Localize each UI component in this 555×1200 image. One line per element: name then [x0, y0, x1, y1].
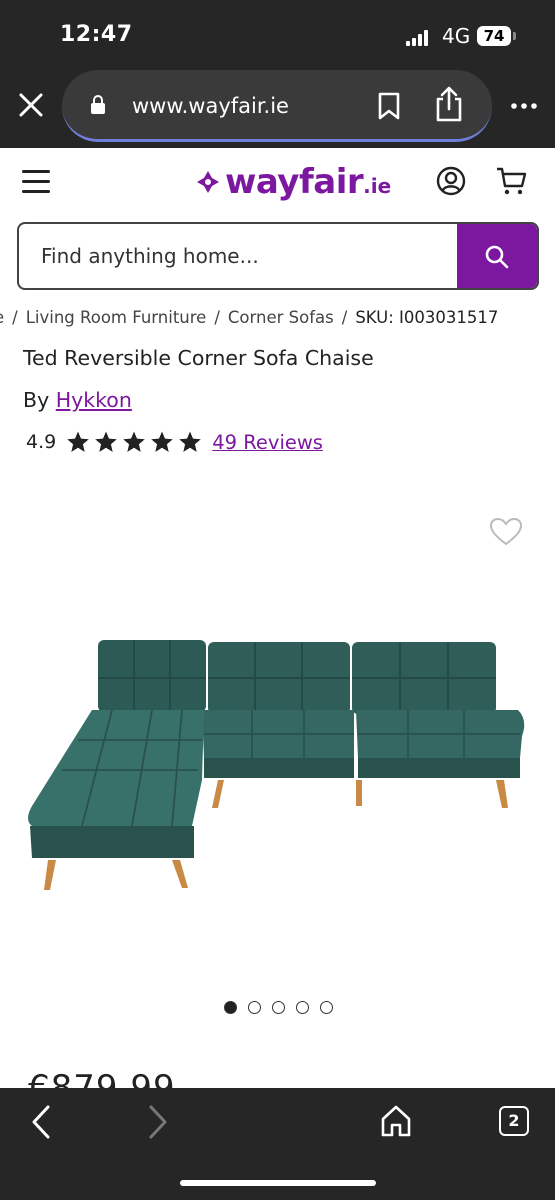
home-icon[interactable]	[380, 1104, 412, 1138]
breadcrumb-separator: /	[214, 308, 220, 327]
star-icon	[179, 431, 202, 452]
bookmark-icon[interactable]	[376, 92, 402, 120]
back-icon[interactable]	[28, 1104, 54, 1140]
carousel-dots	[224, 1001, 333, 1014]
forward-icon[interactable]	[145, 1104, 171, 1140]
carousel-dot[interactable]	[320, 1001, 333, 1014]
breadcrumb-item-living-room[interactable]: Living Room Furniture	[26, 308, 207, 327]
logo-mark-icon	[197, 171, 219, 193]
network-label: 4G	[442, 24, 471, 48]
cart-icon[interactable]	[495, 166, 527, 196]
product-image[interactable]	[22, 630, 534, 900]
wayfair-logo[interactable]: wayfair .ie	[195, 162, 391, 202]
site-header: wayfair .ie	[0, 148, 555, 218]
star-icon	[67, 431, 90, 452]
breadcrumb-item-corner-sofas[interactable]: Corner Sofas	[228, 308, 334, 327]
reviews-link[interactable]: 49 Reviews	[212, 431, 323, 454]
account-icon[interactable]	[436, 166, 466, 196]
search-input[interactable]	[41, 224, 451, 288]
battery-tip	[513, 32, 516, 40]
star-icon	[123, 431, 146, 452]
browser-chrome: 12:47 4G 74 www.wayfair.ie	[0, 0, 555, 148]
star-icon	[95, 431, 118, 452]
heart-icon[interactable]	[489, 517, 523, 547]
logo-word: wayfair	[225, 162, 364, 202]
sofa-illustration	[28, 640, 525, 890]
url-text: www.wayfair.ie	[132, 94, 289, 118]
more-icon[interactable]	[510, 96, 538, 116]
rating-row: 4.9 49 Reviews	[26, 430, 323, 454]
star-icon	[151, 431, 174, 452]
breadcrumb-item[interactable]: e	[0, 308, 4, 327]
carousel-dot[interactable]	[224, 1001, 237, 1014]
home-indicator	[180, 1180, 376, 1186]
carousel-dot[interactable]	[248, 1001, 261, 1014]
brand-link[interactable]: Hykkon	[56, 388, 132, 412]
by-label: By	[23, 388, 50, 412]
brand-line: By Hykkon	[23, 388, 132, 412]
hamburger-icon[interactable]	[22, 170, 50, 193]
share-icon[interactable]	[434, 86, 464, 122]
breadcrumb-separator: /	[341, 308, 348, 327]
address-bar[interactable]: www.wayfair.ie	[62, 70, 492, 142]
breadcrumb-separator: /	[12, 308, 18, 327]
search-bar	[17, 222, 539, 290]
sku-label: SKU: I003031517	[355, 308, 499, 327]
logo-tld: .ie	[363, 174, 392, 198]
lock-icon	[91, 95, 105, 114]
product-title: Ted Reversible Corner Sofa Chaise	[23, 346, 374, 370]
browser-toolbar: 2	[0, 1088, 555, 1200]
carousel-dot[interactable]	[272, 1001, 285, 1014]
search-button[interactable]	[457, 224, 537, 288]
breadcrumb: e / Living Room Furniture / Corner Sofas / SKU…	[0, 308, 498, 327]
signal-icon	[406, 30, 432, 46]
tabs-icon[interactable]: 2	[499, 1106, 529, 1136]
battery-icon: 74	[477, 26, 511, 46]
rating-value: 4.9	[26, 431, 57, 453]
carousel-dot[interactable]	[296, 1001, 309, 1014]
status-bar: 12:47 4G 74	[0, 0, 555, 70]
star-rating	[66, 430, 202, 454]
close-icon[interactable]	[16, 90, 46, 120]
search-icon	[485, 245, 509, 269]
status-time: 12:47	[60, 22, 133, 47]
